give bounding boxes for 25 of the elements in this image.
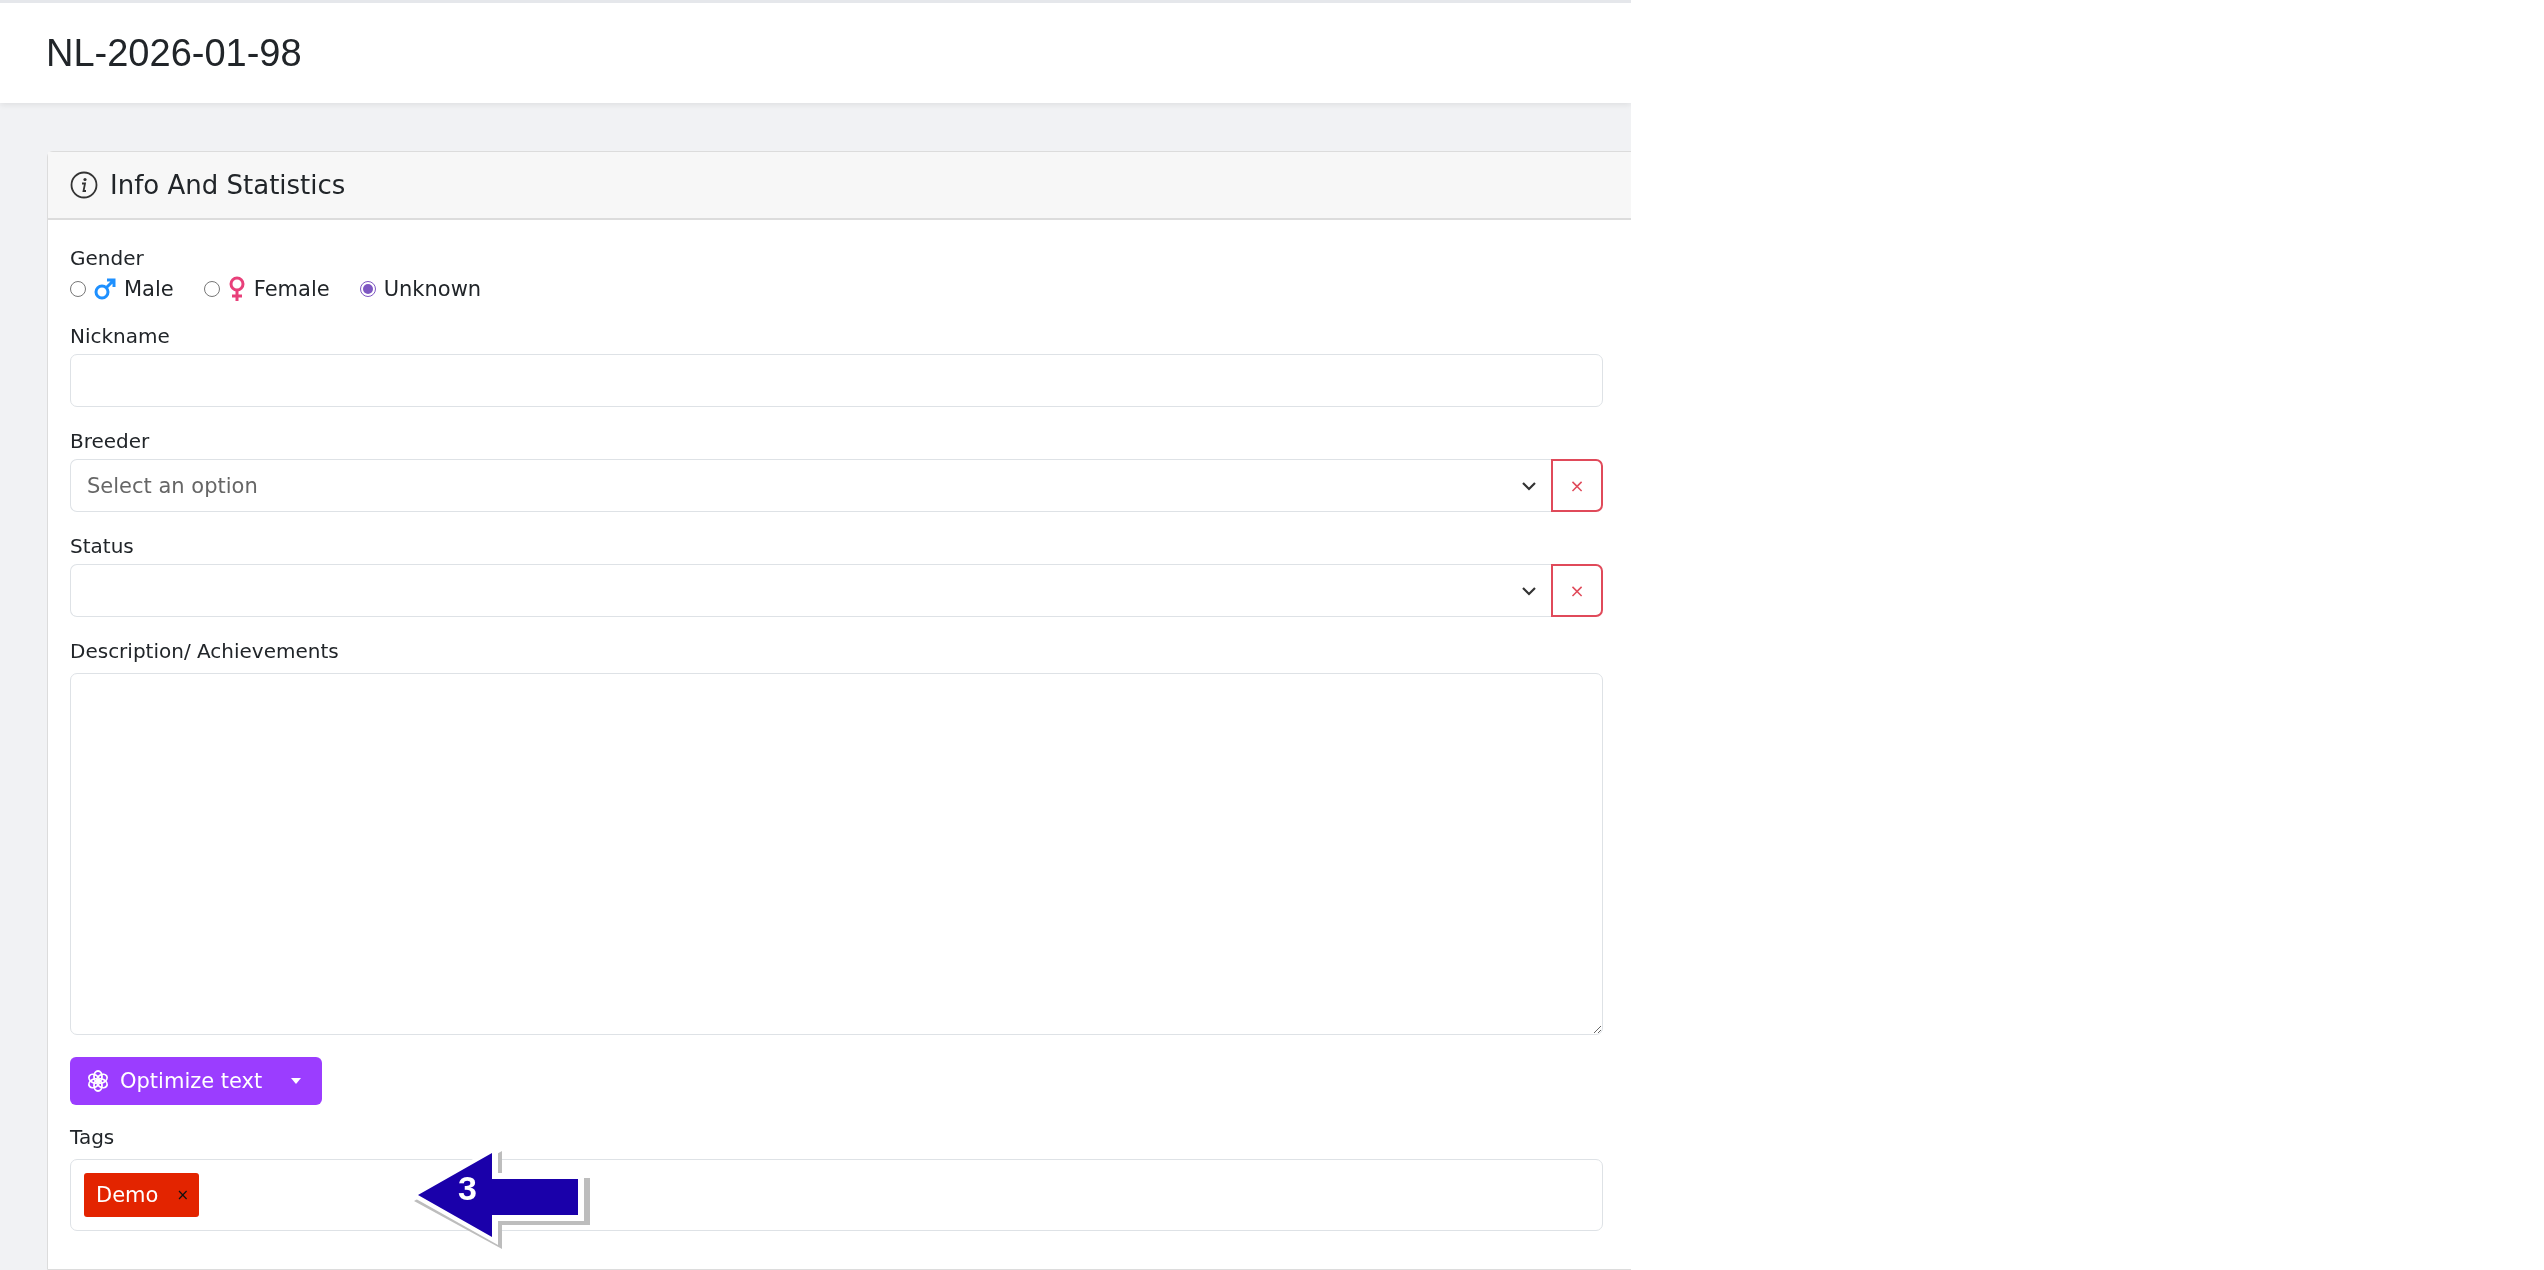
card-title: Info And Statistics bbox=[110, 170, 346, 200]
field-label: Description/ Achievements bbox=[70, 639, 339, 663]
male-icon bbox=[94, 277, 116, 301]
chevron-down-icon bbox=[1521, 480, 1537, 491]
info-icon bbox=[70, 171, 98, 199]
clear-button[interactable]: × bbox=[1551, 564, 1603, 617]
field-label: Tags bbox=[70, 1125, 115, 1149]
radio-option[interactable]: Male bbox=[70, 277, 174, 301]
caret-icon bbox=[290, 1077, 303, 1085]
chevron-down-icon bbox=[1521, 585, 1537, 596]
field-label: Status bbox=[70, 534, 134, 558]
radio-option[interactable]: Female bbox=[203, 276, 330, 302]
page-title: NL-2026-01-98 bbox=[46, 31, 302, 75]
clear-button[interactable]: × bbox=[1551, 459, 1603, 512]
callout-number: 3 bbox=[458, 1169, 477, 1208]
field-label: Breeder bbox=[70, 429, 150, 453]
optimize-text-button[interactable]: Optimize text bbox=[70, 1057, 323, 1105]
field-label: Gender bbox=[70, 246, 144, 270]
select-field[interactable]: Select an option bbox=[70, 459, 1551, 512]
field-label: Nickname bbox=[70, 324, 170, 348]
tag: Demo × bbox=[84, 1173, 199, 1217]
swirl-icon bbox=[86, 1069, 110, 1093]
tag-remove-button[interactable]: × bbox=[176, 1186, 189, 1204]
radio-option[interactable]: Unknown bbox=[359, 277, 482, 301]
female-icon bbox=[227, 276, 246, 302]
